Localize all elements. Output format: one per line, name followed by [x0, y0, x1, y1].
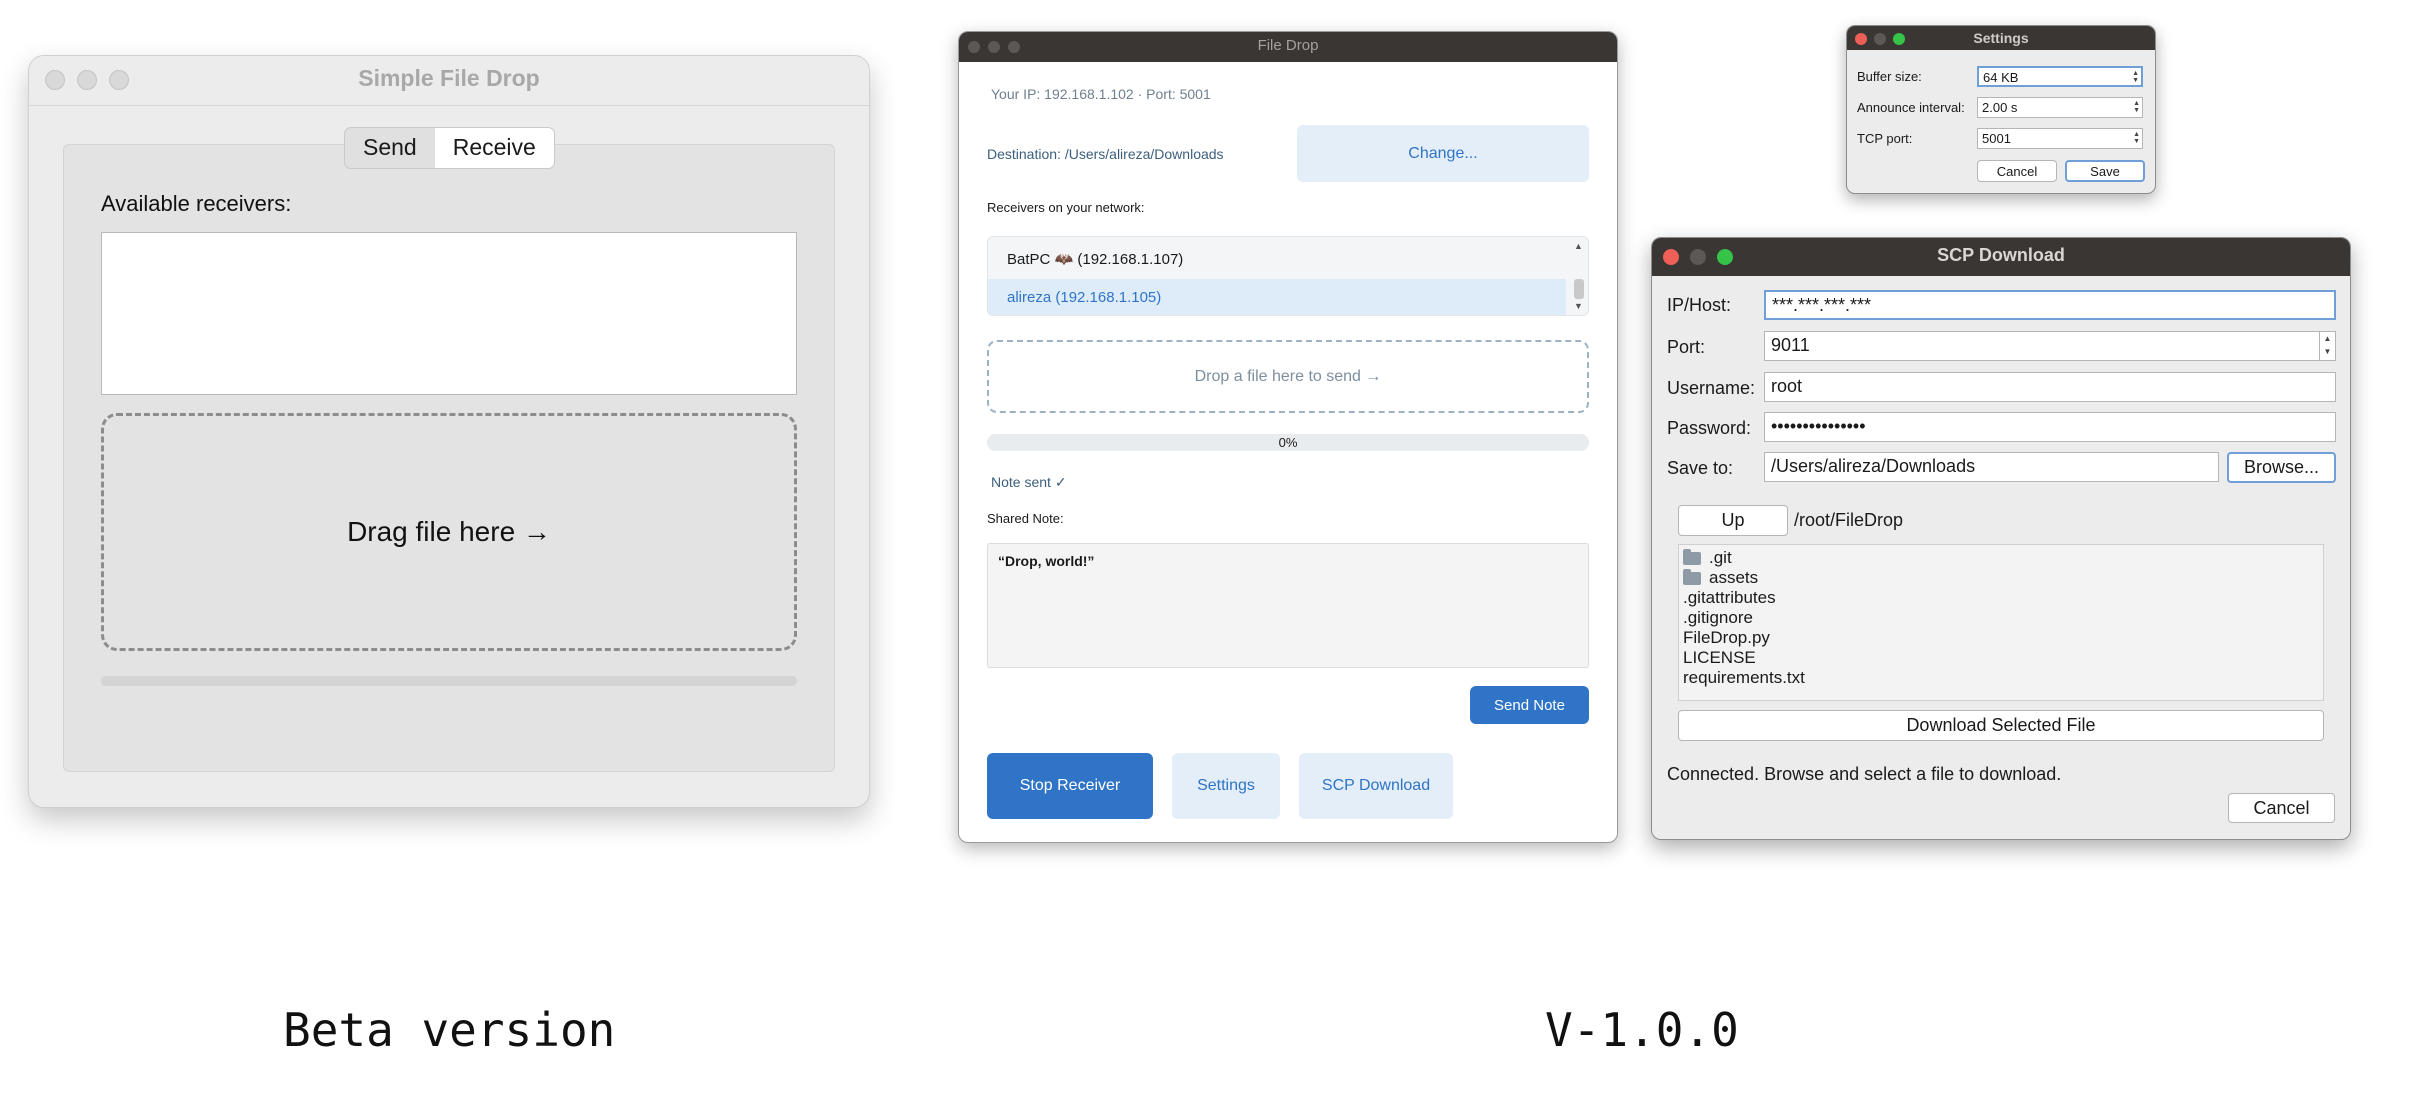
- port-value: 9011: [1771, 335, 1810, 355]
- settings-titlebar: Settings: [1847, 26, 2155, 50]
- stop-receiver-button[interactable]: Stop Receiver: [987, 753, 1153, 819]
- tab-send[interactable]: Send: [345, 128, 435, 168]
- tab-receive[interactable]: Receive: [434, 128, 554, 168]
- shared-note-label: Shared Note:: [987, 511, 1064, 526]
- list-item[interactable]: .git: [1683, 548, 2319, 568]
- file-name: assets: [1709, 568, 1759, 587]
- progress-bar: 0%: [987, 434, 1589, 451]
- receiver-row-selected[interactable]: alireza (192.168.1.105): [988, 279, 1566, 315]
- receiver-row[interactable]: BatPC 🦇 (192.168.1.107): [988, 241, 1566, 277]
- version-caption: V-1.0.0: [1545, 1003, 1739, 1057]
- folder-icon: [1683, 548, 1701, 565]
- cancel-button[interactable]: Cancel: [2228, 793, 2335, 823]
- password-label: Password:: [1667, 418, 1752, 438]
- spin-arrows-icon[interactable]: ▲ ▼: [2132, 70, 2139, 84]
- drop-zone[interactable]: Drop a file here to send →: [987, 340, 1589, 413]
- progress-label: 0%: [1278, 435, 1298, 450]
- file-name: FileDrop.py: [1683, 628, 1770, 647]
- scp-titlebar: SCP Download: [1652, 238, 2350, 276]
- save-to-input[interactable]: /Users/alireza/Downloads: [1764, 452, 2219, 482]
- browse-button[interactable]: Browse...: [2227, 452, 2336, 483]
- list-item[interactable]: LICENSE: [1683, 648, 2319, 668]
- file-name: .gitignore: [1683, 608, 1753, 627]
- file-name: LICENSE: [1683, 648, 1756, 667]
- scp-download-button[interactable]: SCP Download: [1299, 753, 1453, 819]
- announce-interval-spinbox[interactable]: 2.00 s ▲ ▼: [1977, 97, 2143, 118]
- save-to-label: Save to:: [1667, 458, 1734, 478]
- remote-file-list[interactable]: .git assets .gitattributes .gitignore Fi…: [1678, 544, 2324, 701]
- shared-note-textarea[interactable]: “Drop, world!”: [987, 543, 1589, 668]
- beta-window: Simple File Drop Send Receive Available …: [28, 55, 870, 808]
- file-name: requirements.txt: [1683, 668, 1805, 687]
- folder-icon: [1683, 568, 1701, 585]
- receivers-list[interactable]: BatPC 🦇 (192.168.1.107) alireza (192.168…: [987, 236, 1589, 316]
- scrollbar[interactable]: ▲ ▼: [1570, 237, 1588, 315]
- username-label: Username:: [1667, 378, 1756, 398]
- scp-download-dialog: SCP Download IP/Host: ***.***.***.*** Po…: [1651, 237, 2351, 840]
- tcp-port-label: TCP port:: [1857, 131, 1913, 146]
- send-note-button[interactable]: Send Note: [1470, 686, 1589, 724]
- spin-arrows-icon[interactable]: ▲ ▼: [2133, 131, 2140, 145]
- tcp-port-value: 5001: [1982, 131, 2011, 146]
- announce-interval-value: 2.00 s: [1982, 100, 2018, 115]
- announce-interval-label: Announce interval:: [1857, 100, 1965, 115]
- download-selected-button[interactable]: Download Selected File: [1678, 710, 2324, 741]
- password-input[interactable]: •••••••••••••••: [1764, 412, 2336, 442]
- receivers-list[interactable]: [101, 232, 797, 395]
- list-item[interactable]: requirements.txt: [1683, 668, 2319, 688]
- host-label: IP/Host:: [1667, 295, 1732, 315]
- drop-zone[interactable]: Drag file here →: [101, 413, 797, 651]
- host-input[interactable]: ***.***.***.***: [1764, 290, 2336, 320]
- file-name: .gitattributes: [1683, 588, 1776, 607]
- up-button[interactable]: Up: [1678, 505, 1788, 536]
- window-title: SCP Download: [1937, 245, 2065, 265]
- v1-titlebar: File Drop: [959, 32, 1617, 62]
- cancel-button[interactable]: Cancel: [1977, 160, 2057, 182]
- port-spinbox[interactable]: 9011 ▲ ▼: [1764, 331, 2336, 361]
- remote-path: /root/FileDrop: [1794, 510, 1904, 530]
- buffer-size-spinbox[interactable]: 64 KB ▲ ▼: [1977, 66, 2143, 87]
- port-label: Port:: [1667, 337, 1706, 357]
- beta-titlebar: Simple File Drop: [29, 56, 869, 106]
- save-button[interactable]: Save: [2065, 160, 2145, 182]
- send-receive-tabs: Send Receive: [344, 127, 555, 169]
- ip-port-info: Your IP: 192.168.1.102 · Port: 5001: [991, 86, 1211, 102]
- buffer-size-label: Buffer size:: [1857, 69, 1922, 84]
- status-text: Connected. Browse and select a file to d…: [1667, 764, 2062, 784]
- note-status: Note sent ✓: [991, 474, 1067, 490]
- file-drop-window: File Drop Your IP: 192.168.1.102 · Port:…: [958, 31, 1618, 843]
- spin-arrows-icon[interactable]: ▲ ▼: [2319, 332, 2335, 360]
- list-item[interactable]: .gitattributes: [1683, 588, 2319, 608]
- window-title: File Drop: [1257, 37, 1319, 54]
- receivers-label: Receivers on your network:: [987, 200, 1145, 215]
- beta-caption: Beta version: [283, 1003, 616, 1057]
- list-item[interactable]: assets: [1683, 568, 2319, 588]
- scroll-down-icon[interactable]: ▼: [1574, 301, 1583, 311]
- list-item[interactable]: .gitignore: [1683, 608, 2319, 628]
- file-name: .git: [1709, 548, 1732, 567]
- tcp-port-spinbox[interactable]: 5001 ▲ ▼: [1977, 128, 2143, 149]
- settings-button[interactable]: Settings: [1172, 753, 1280, 819]
- settings-dialog: Settings Buffer size: 64 KB ▲ ▼ Announce i…: [1846, 25, 2156, 194]
- scroll-thumb[interactable]: [1574, 279, 1584, 299]
- username-input[interactable]: root: [1764, 372, 2336, 402]
- buffer-size-value: 64 KB: [1983, 70, 2019, 85]
- available-receivers-label: Available receivers:: [101, 191, 292, 216]
- window-title: Simple File Drop: [358, 65, 540, 91]
- destination-label: Destination: /Users/alireza/Downloads: [987, 146, 1224, 162]
- list-item[interactable]: FileDrop.py: [1683, 628, 2319, 648]
- change-destination-button[interactable]: Change...: [1297, 125, 1589, 182]
- scroll-up-icon[interactable]: ▲: [1574, 241, 1583, 251]
- spin-arrows-icon[interactable]: ▲ ▼: [2133, 100, 2140, 114]
- progress-bar: [101, 676, 797, 686]
- window-title: Settings: [1973, 30, 2029, 46]
